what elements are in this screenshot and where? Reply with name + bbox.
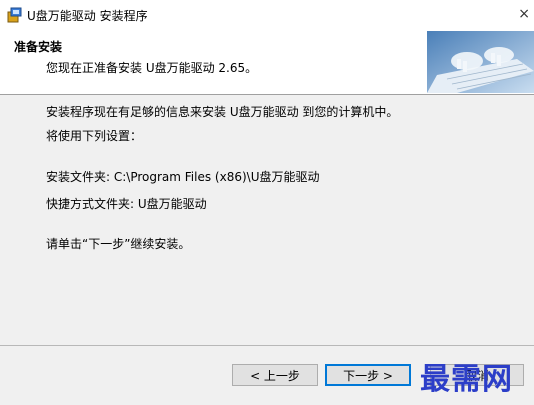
page-title: 准备安装	[14, 40, 63, 54]
back-button[interactable]: < 上一步	[232, 364, 318, 386]
shortcut-folder-text: 快捷方式文件夹: U盘万能驱动	[46, 197, 207, 211]
close-icon[interactable]: ×	[518, 6, 530, 22]
installer-app-icon	[6, 6, 24, 24]
install-folder-text: 安装文件夹: C:\Program Files (x86)\U盘万能驱动	[46, 170, 320, 184]
instruction-text: 请单击“下一步”继续安装。	[46, 237, 191, 251]
wizard-footer: < 上一步 下一步 > 取消 最需网	[0, 345, 534, 405]
keyboard-typing-banner-image	[427, 31, 534, 93]
wizard-header: 准备安装 您现在正准备安装 U盘万能驱动 2.65。	[0, 31, 534, 95]
window-title: U盘万能驱动 安装程序	[27, 9, 148, 23]
settings-label: 将使用下列设置：	[46, 129, 143, 143]
next-button[interactable]: 下一步 >	[325, 364, 411, 386]
title-bar: U盘万能驱动 安装程序 ×	[0, 0, 534, 31]
intro-text: 安装程序现在有足够的信息来安装 U盘万能驱动 到您的计算机中。	[46, 105, 399, 119]
wizard-content: 安装程序现在有足够的信息来安装 U盘万能驱动 到您的计算机中。 将使用下列设置：…	[0, 95, 534, 345]
page-subtitle: 您现在正准备安装 U盘万能驱动 2.65。	[46, 61, 258, 75]
watermark-logo: 最需网	[420, 362, 513, 397]
